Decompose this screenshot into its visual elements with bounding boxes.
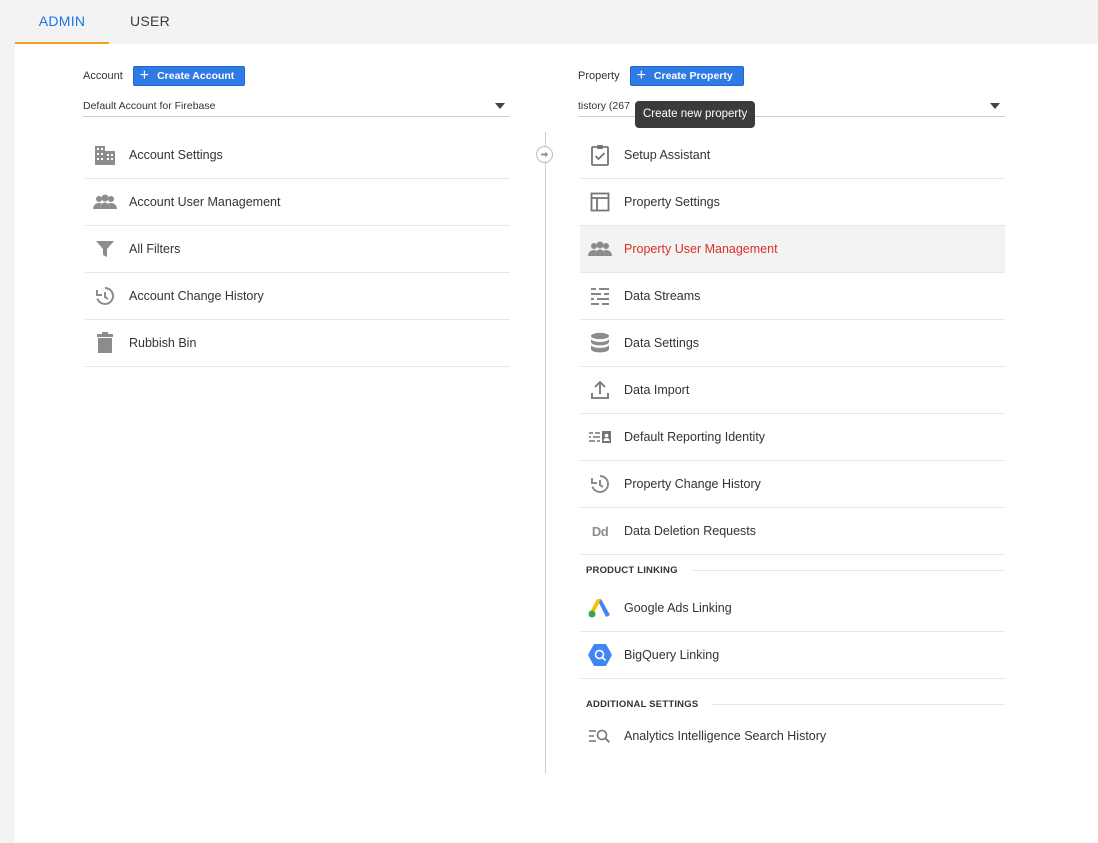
- menu-item-label: Data Import: [624, 383, 690, 397]
- trash-icon: [87, 331, 123, 355]
- account-header: Account + Create Account: [83, 65, 246, 87]
- checklist-icon: [582, 143, 618, 167]
- menu-item-property-change-history[interactable]: Property Change History: [580, 461, 1005, 508]
- create-property-label: Create Property: [653, 70, 733, 82]
- menu-item-label: Data Deletion Requests: [624, 524, 757, 538]
- menu-item-data-deletion-requests[interactable]: Dd Data Deletion Requests: [580, 508, 1005, 555]
- create-account-label: Create Account: [157, 70, 235, 82]
- people-icon: [582, 237, 618, 261]
- section-rule: [691, 569, 1005, 571]
- menu-item-data-settings[interactable]: Data Settings: [580, 320, 1005, 367]
- upload-icon: [582, 378, 618, 402]
- menu-item-analytics-intelligence-search-history[interactable]: Analytics Intelligence Search History: [580, 719, 1005, 753]
- menu-item-rubbish-bin[interactable]: Rubbish Bin: [85, 320, 510, 367]
- menu-item-label: Default Reporting Identity: [624, 430, 766, 444]
- menu-item-property-settings[interactable]: Property Settings: [580, 179, 1005, 226]
- menu-item-all-filters[interactable]: All Filters: [85, 226, 510, 273]
- menu-item-label: Account User Management: [129, 195, 281, 209]
- plus-icon: +: [139, 67, 150, 84]
- menu-item-account-user-management[interactable]: Account User Management: [85, 179, 510, 226]
- identity-icon: [582, 425, 618, 449]
- menu-item-label: Data Settings: [624, 336, 700, 350]
- people-icon: [87, 190, 123, 214]
- menu-item-setup-assistant[interactable]: Setup Assistant: [580, 132, 1005, 179]
- account-menu: Account Settings Account User Management…: [85, 132, 510, 367]
- menu-item-google-ads-linking[interactable]: Google Ads Linking: [580, 585, 1005, 632]
- menu-item-property-user-management[interactable]: Property User Management: [580, 226, 1005, 273]
- tab-user[interactable]: USER: [109, 0, 191, 44]
- additional-settings-heading: ADDITIONAL SETTINGS: [580, 689, 1005, 719]
- menu-item-label: All Filters: [129, 242, 181, 256]
- account-label: Account: [83, 70, 123, 82]
- section-title: PRODUCT LINKING: [586, 564, 678, 576]
- arrow-right-icon[interactable]: [536, 146, 553, 163]
- menu-item-data-streams[interactable]: Data Streams: [580, 273, 1005, 320]
- admin-panel: Account + Create Account Default Account…: [15, 44, 1098, 843]
- menu-item-label: Property Change History: [624, 477, 761, 491]
- menu-item-label: Google Ads Linking: [624, 601, 732, 615]
- menu-item-label: Property User Management: [624, 242, 778, 256]
- menu-item-account-change-history[interactable]: Account Change History: [85, 273, 510, 320]
- section-rule: [712, 703, 1005, 705]
- plus-icon: +: [636, 67, 646, 84]
- product-linking-heading: PRODUCT LINKING: [580, 555, 1005, 585]
- menu-item-default-reporting-identity[interactable]: Default Reporting Identity: [580, 414, 1005, 461]
- google-ads-icon: [582, 596, 618, 620]
- history-icon: [87, 284, 123, 308]
- menu-item-account-settings[interactable]: Account Settings: [85, 132, 510, 179]
- menu-item-label: Data Streams: [624, 289, 701, 303]
- menu-item-bigquery-linking[interactable]: BigQuery Linking: [580, 632, 1005, 679]
- column-divider: [545, 132, 546, 774]
- account-selector[interactable]: Default Account for Firebase: [83, 95, 510, 117]
- create-property-tooltip: Create new property: [635, 101, 756, 128]
- bigquery-icon: [582, 643, 618, 667]
- caret-down-icon: [990, 103, 1000, 109]
- menu-item-label: Account Change History: [129, 289, 264, 303]
- property-menu: Setup Assistant Property Settings Proper…: [580, 132, 1005, 753]
- building-icon: [87, 143, 123, 167]
- filter-icon: [87, 237, 123, 261]
- menu-item-label: Account Settings: [129, 148, 223, 162]
- property-selected-value: tistory (267: [578, 100, 630, 112]
- database-icon: [582, 331, 618, 355]
- menu-item-label: Rubbish Bin: [129, 336, 197, 350]
- account-selected-value: Default Account for Firebase: [83, 100, 216, 112]
- dd-icon: Dd: [591, 523, 609, 539]
- search-history-icon: [582, 724, 618, 748]
- property-label: Property: [578, 70, 620, 82]
- property-header: Property + Create Property: [578, 65, 744, 87]
- streams-icon: [582, 284, 618, 308]
- menu-item-data-import[interactable]: Data Import: [580, 367, 1005, 414]
- menu-item-label: Setup Assistant: [624, 148, 711, 162]
- section-title: ADDITIONAL SETTINGS: [586, 698, 699, 710]
- caret-down-icon: [495, 103, 505, 109]
- layout-icon: [582, 190, 618, 214]
- menu-item-label: Analytics Intelligence Search History: [624, 729, 827, 743]
- menu-item-label: Property Settings: [624, 195, 720, 209]
- tab-bar: ADMIN USER: [0, 0, 1098, 44]
- create-account-button[interactable]: + Create Account: [132, 66, 246, 86]
- tab-admin[interactable]: ADMIN: [15, 0, 109, 44]
- history-icon: [582, 472, 618, 496]
- menu-item-label: BigQuery Linking: [624, 648, 720, 662]
- create-property-button[interactable]: + Create Property: [629, 66, 744, 86]
